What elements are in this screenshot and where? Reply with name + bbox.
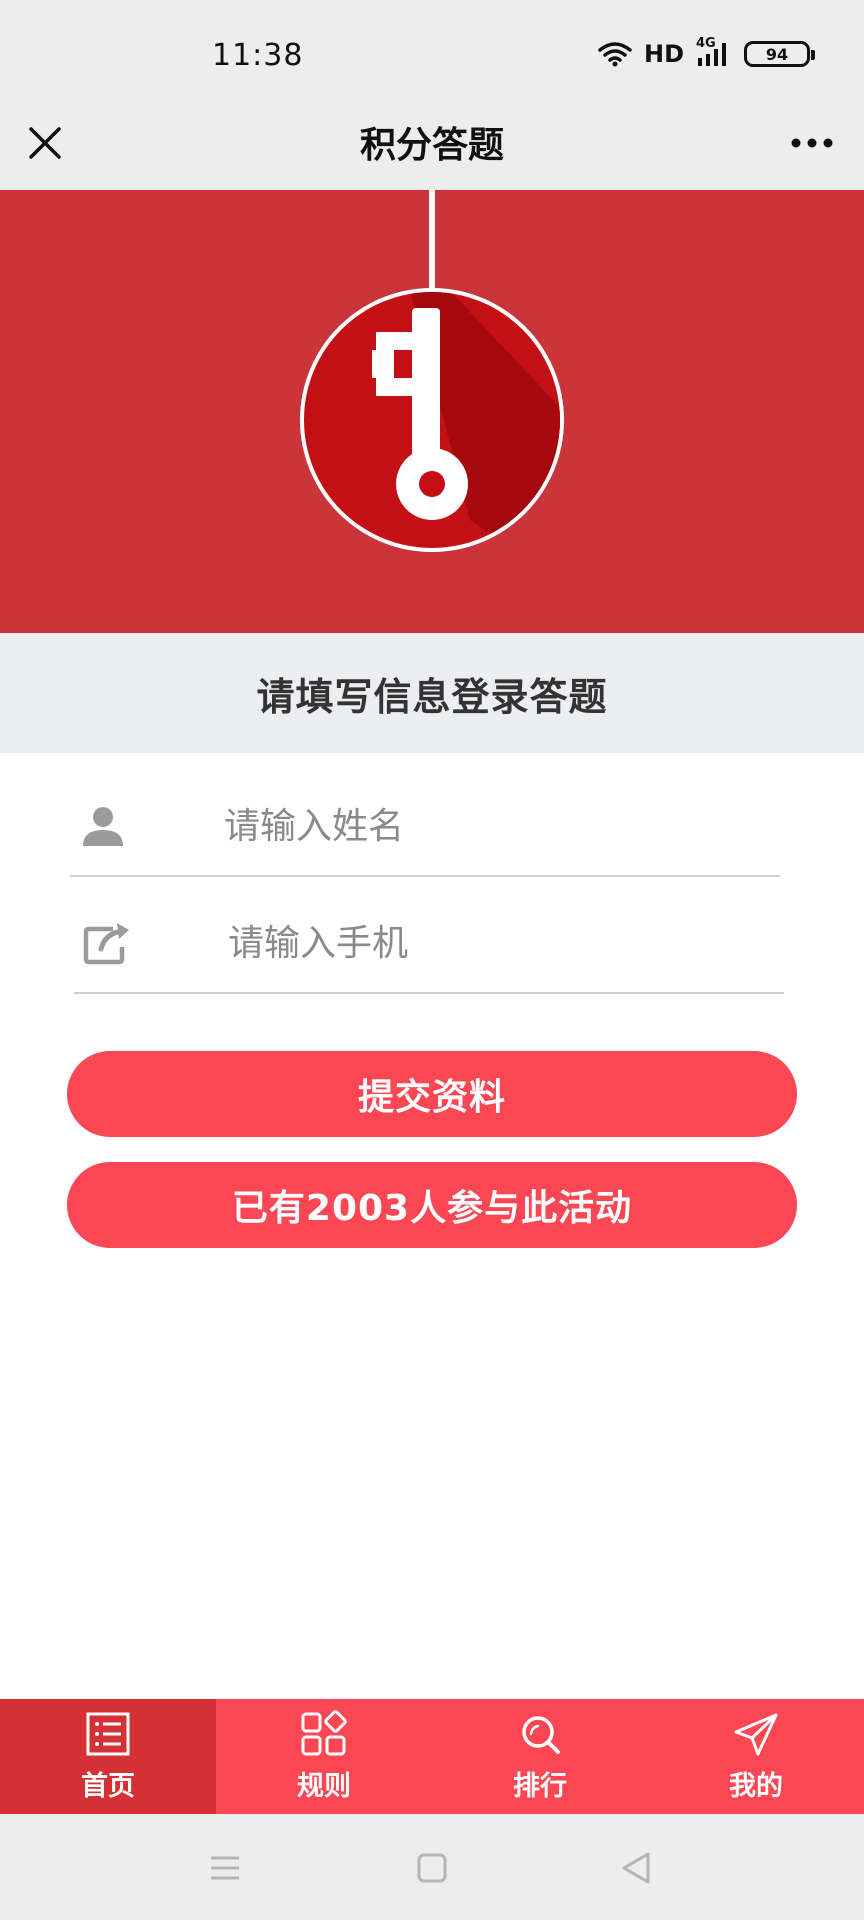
nav-item-home[interactable]: 首页 [0, 1699, 216, 1814]
nav-item-mine[interactable]: 我的 [648, 1699, 864, 1814]
more-button[interactable] [784, 118, 840, 168]
status-time: 11:38 [212, 38, 304, 73]
grid-icon [301, 1710, 347, 1756]
battery-icon: 94 [744, 41, 815, 67]
nav-label-home: 首页 [81, 1771, 135, 1802]
search-icon [522, 1716, 560, 1754]
more-icon [791, 138, 833, 148]
phone-field [74, 892, 784, 994]
back-icon[interactable] [618, 1850, 654, 1886]
battery-level: 94 [765, 44, 789, 64]
login-header: 请填写信息登录答题 [0, 633, 864, 753]
nav-label-mine: 我的 [729, 1771, 783, 1802]
share-icon [82, 918, 132, 968]
network-type: HD [643, 40, 684, 68]
top-bar: 积分答题 [0, 100, 864, 190]
nav-label-ranking: 排行 [513, 1771, 567, 1802]
nav-item-rules[interactable]: 规则 [216, 1699, 432, 1814]
menu-icon[interactable] [207, 1850, 243, 1886]
nav-label-rules: 规则 [297, 1771, 351, 1802]
participants-button[interactable]: 已有2003人参与此活动 [67, 1162, 797, 1248]
send-icon [734, 1713, 778, 1756]
home-key-icon[interactable] [414, 1850, 450, 1886]
name-field [70, 775, 780, 877]
list-icon [86, 1712, 130, 1756]
bottom-nav: 首页 规则 排行 我的 [0, 1699, 864, 1814]
phone-input[interactable] [226, 912, 750, 974]
status-bar: 11:38 HD 4G 94 [0, 0, 864, 100]
status-icons: HD 4G 94 [598, 36, 815, 68]
key-icon [300, 190, 564, 552]
submit-button[interactable]: 提交资料 [67, 1051, 797, 1137]
wifi-icon [598, 42, 632, 67]
page-title: 积分答题 [359, 125, 504, 166]
signal-icon: 4G [696, 36, 732, 68]
name-input[interactable] [222, 795, 746, 857]
banner [0, 190, 864, 633]
user-icon [78, 801, 128, 851]
login-title: 请填写信息登录答题 [256, 674, 608, 719]
system-nav-bar [0, 1814, 864, 1920]
nav-item-ranking[interactable]: 排行 [432, 1699, 648, 1814]
